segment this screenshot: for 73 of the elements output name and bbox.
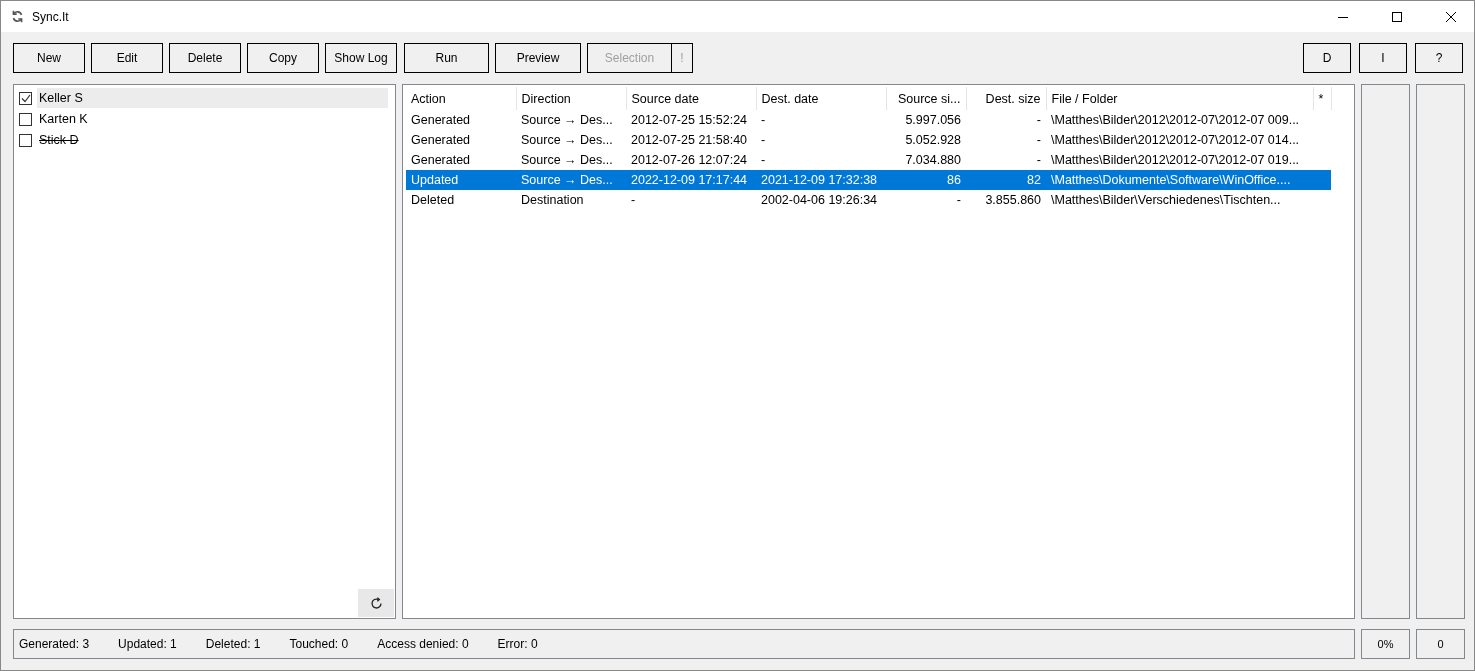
table-cell[interactable]: 5.997.056 [886, 110, 966, 130]
table-cell[interactable]: \Matthes\Dokumente\Software\WinOffice.... [1046, 170, 1313, 190]
table-cell[interactable]: 82 [966, 170, 1046, 190]
column-header[interactable]: Direction [516, 87, 626, 110]
toolbar-button[interactable]: Show Log [325, 43, 397, 73]
table-cell[interactable]: - [626, 190, 756, 210]
status-text: Deleted: 1 [205, 637, 261, 651]
table-cell[interactable]: 5.052.928 [886, 130, 966, 150]
table-cell[interactable]: 2012-07-26 12:07:24 [626, 150, 756, 170]
table-cell[interactable]: - [756, 130, 886, 150]
table-cell[interactable]: Generated [406, 150, 516, 170]
status-text: Generated: 3 [19, 637, 90, 651]
status-text: Touched: 0 [289, 637, 349, 651]
toolbar-button[interactable]: Run [404, 43, 489, 73]
column-header[interactable]: Dest. date [756, 87, 886, 110]
table-cell[interactable]: Generated [406, 130, 516, 150]
table-cell[interactable]: 2022-12-09 17:17:44 [626, 170, 756, 190]
job-item[interactable]: Stick D [37, 130, 388, 150]
table-cell[interactable]: - [756, 110, 886, 130]
table-cell[interactable]: \Matthes\Bilder\2012\2012-07\2012-07 009... [1046, 110, 1313, 130]
table-cell[interactable]: 2021-12-09 17:32:38 [756, 170, 886, 190]
job-item[interactable]: Karten K [37, 109, 388, 129]
status-text: Updated: 1 [118, 637, 177, 651]
toolbar-button[interactable]: I [1359, 43, 1407, 73]
table-cell[interactable]: \Matthes\Bilder\2012\2012-07\2012-07 019... [1046, 150, 1313, 170]
table-cell[interactable]: 2012-07-25 15:52:24 [626, 110, 756, 130]
job-item[interactable]: Keller S [37, 88, 388, 108]
counter-readout: 0 [1416, 629, 1465, 659]
column-header[interactable]: Dest. size [966, 87, 1046, 110]
table-cell[interactable]: Source → Des... [516, 150, 626, 170]
toolbar-button[interactable]: Delete [169, 43, 241, 73]
close-icon [1446, 11, 1456, 22]
table-cell[interactable]: Updated [406, 170, 516, 190]
table-cell[interactable]: Generated [406, 110, 516, 130]
table-cell[interactable]: \Matthes\Bilder\2012\2012-07\2012-07 014... [1046, 130, 1313, 150]
column-header[interactable]: Source date [626, 87, 756, 110]
toolbar-button[interactable]: D [1303, 43, 1351, 73]
table-cell[interactable]: Source → Des... [516, 130, 626, 150]
table-cell[interactable]: - [756, 150, 886, 170]
toolbar-button[interactable]: Copy [247, 43, 319, 73]
table-cell[interactable]: Source → Des... [516, 170, 626, 190]
refresh-icon [369, 596, 383, 610]
refresh-button[interactable] [358, 589, 394, 617]
toolbar-button[interactable]: ? [1415, 43, 1463, 73]
checkbox[interactable] [19, 91, 32, 105]
table-cell[interactable]: 7.034.880 [886, 150, 966, 170]
column-header[interactable]: Action [406, 87, 516, 110]
column-header[interactable]: * [1313, 87, 1331, 110]
table-cell[interactable]: Destination [516, 190, 626, 210]
column-header[interactable]: File / Folder [1046, 87, 1313, 110]
table-cell[interactable]: Deleted [406, 190, 516, 210]
table-cell[interactable]: - [966, 110, 1046, 130]
table-cell[interactable]: 3.855.860 [966, 190, 1046, 210]
progress-readout: 0% [1361, 629, 1410, 659]
column-header[interactable]: Source si... [886, 87, 966, 110]
table-cell[interactable]: - [966, 150, 1046, 170]
status-text: Error: 0 [497, 637, 538, 651]
table-cell[interactable]: - [886, 190, 966, 210]
toolbar-button[interactable]: New [13, 43, 85, 73]
maximize-icon [1392, 11, 1402, 22]
checkbox[interactable] [19, 133, 32, 147]
window-title: Sync.It [32, 9, 70, 24]
status-text: Access denied: 0 [377, 637, 469, 651]
table-cell[interactable]: 86 [886, 170, 966, 190]
table-cell[interactable]: Source → Des... [516, 110, 626, 130]
table-cell[interactable]: 2002-04-06 19:26:34 [756, 190, 886, 210]
sync-icon [11, 10, 24, 23]
checkbox[interactable] [19, 112, 32, 126]
table-cell[interactable]: - [966, 130, 1046, 150]
toolbar-button[interactable]: Edit [91, 43, 163, 73]
table-cell[interactable]: \Matthes\Bilder\Verschiedenes\Tischten... [1046, 190, 1313, 210]
toolbar-button[interactable]: Preview [495, 43, 581, 73]
table-cell[interactable]: 2012-07-25 21:58:40 [626, 130, 756, 150]
